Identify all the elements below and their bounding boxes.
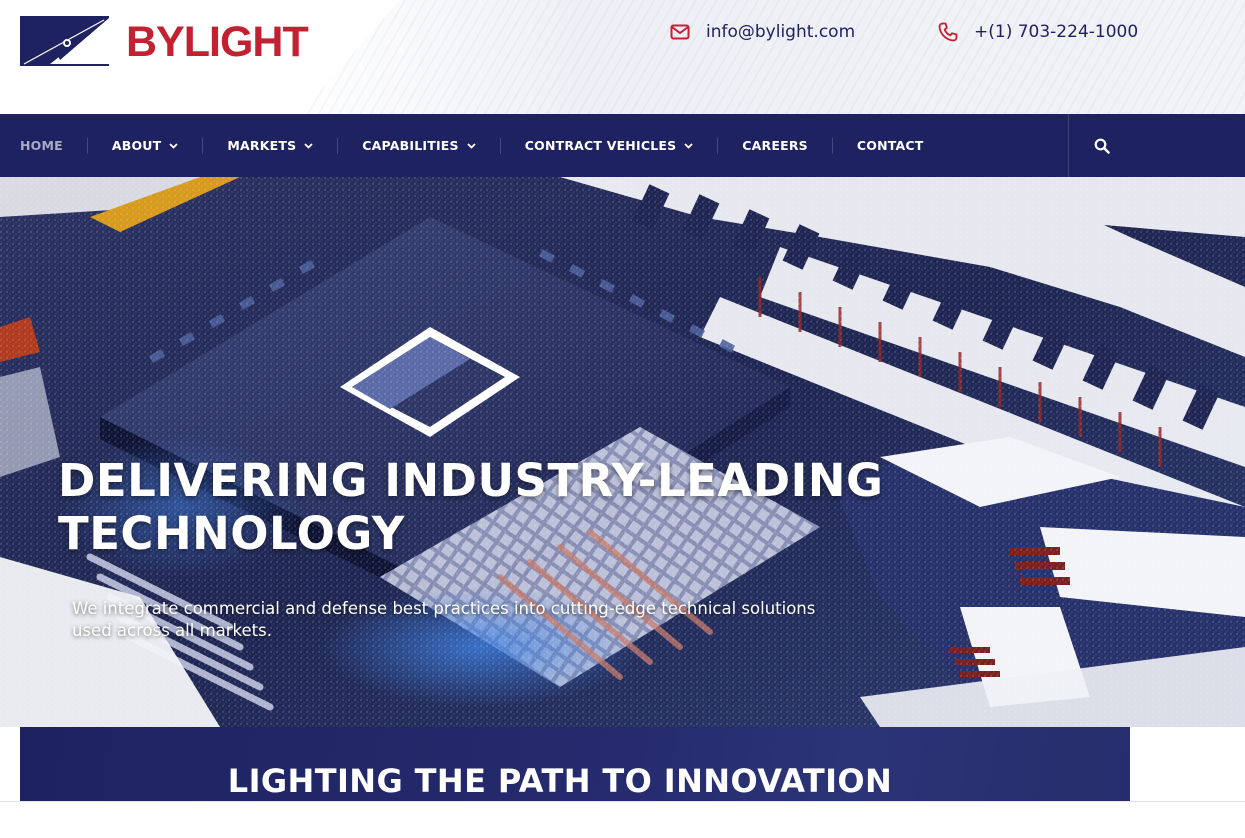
search-button[interactable] xyxy=(1068,114,1134,177)
chevron-down-icon xyxy=(684,142,693,149)
innovation-banner: LIGHTING THE PATH TO INNOVATION xyxy=(20,727,1130,801)
nav-item-label: ABOUT xyxy=(111,138,162,153)
banner-title-text: LIGHTING THE PATH TO INNOVATION xyxy=(227,762,893,800)
chevron-down-icon xyxy=(169,142,179,149)
nav-item-label: HOME xyxy=(20,138,63,153)
nav-item-careers[interactable]: CAREERS xyxy=(742,114,808,177)
nav-divider xyxy=(86,137,88,154)
hero-title: DELIVERING INDUSTRY-LEADING TECHNOLOGY xyxy=(58,454,958,560)
nav-divider xyxy=(499,137,501,154)
main-navigation: HOME ABOUT MARKETS CAPABILITIES CONTRACT… xyxy=(0,114,1245,177)
top-header: BYLIGHT info@bylight.com +(1) 703-224-10… xyxy=(0,0,1245,114)
header-background-pattern xyxy=(300,0,1245,114)
nav-item-label: CONTRACT VEHICLES xyxy=(524,138,677,153)
search-icon xyxy=(1094,138,1110,154)
bylight-logo[interactable]: BYLIGHT xyxy=(20,16,309,66)
email-link[interactable]: info@bylight.com xyxy=(706,22,855,42)
envelope-icon xyxy=(670,24,690,40)
banner-title: LIGHTING THE PATH TO INNOVATION xyxy=(20,765,1130,797)
nav-divider xyxy=(717,137,719,154)
nav-item-label: CAPABILITIES xyxy=(362,138,459,153)
bylight-logo-mark xyxy=(20,16,109,66)
hero-section: DELIVERING INDUSTRY-LEADING TECHNOLOGY W… xyxy=(0,177,1245,727)
nav-item-label: MARKETS xyxy=(227,138,297,153)
nav-item-label: CAREERS xyxy=(742,138,808,153)
chevron-down-icon xyxy=(467,142,476,149)
nav-item-contract-vehicles[interactable]: CONTRACT VEHICLES xyxy=(525,114,694,177)
hero-title-line-1: DELIVERING INDUSTRY-LEADING xyxy=(58,454,884,507)
nav-item-markets[interactable]: MARKETS xyxy=(227,114,313,177)
nav-item-label: CONTACT xyxy=(856,138,924,153)
nav-divider xyxy=(337,137,339,154)
hero-subtitle: We integrate commercial and defense best… xyxy=(72,599,816,640)
header-phone[interactable]: +(1) 703-224-1000 xyxy=(938,22,1138,42)
nav-item-about[interactable]: ABOUT xyxy=(112,114,179,177)
phone-link[interactable]: +(1) 703-224-1000 xyxy=(974,22,1138,42)
chevron-down-icon xyxy=(304,142,313,149)
nav-item-contact[interactable]: CONTACT xyxy=(857,114,924,177)
nav-divider xyxy=(831,137,833,154)
nav-divider xyxy=(202,137,204,154)
hero-title-line-2: TECHNOLOGY xyxy=(58,507,405,560)
phone-icon xyxy=(938,22,958,42)
page-divider xyxy=(0,801,1245,802)
bylight-logo-text: BYLIGHT xyxy=(126,17,309,66)
nav-item-capabilities[interactable]: CAPABILITIES xyxy=(362,114,476,177)
nav-item-home[interactable]: HOME xyxy=(20,114,63,177)
circuit-board-image xyxy=(0,177,1245,727)
header-email[interactable]: info@bylight.com xyxy=(670,22,855,42)
nav-menu: HOME ABOUT MARKETS CAPABILITIES CONTRACT… xyxy=(0,114,923,177)
